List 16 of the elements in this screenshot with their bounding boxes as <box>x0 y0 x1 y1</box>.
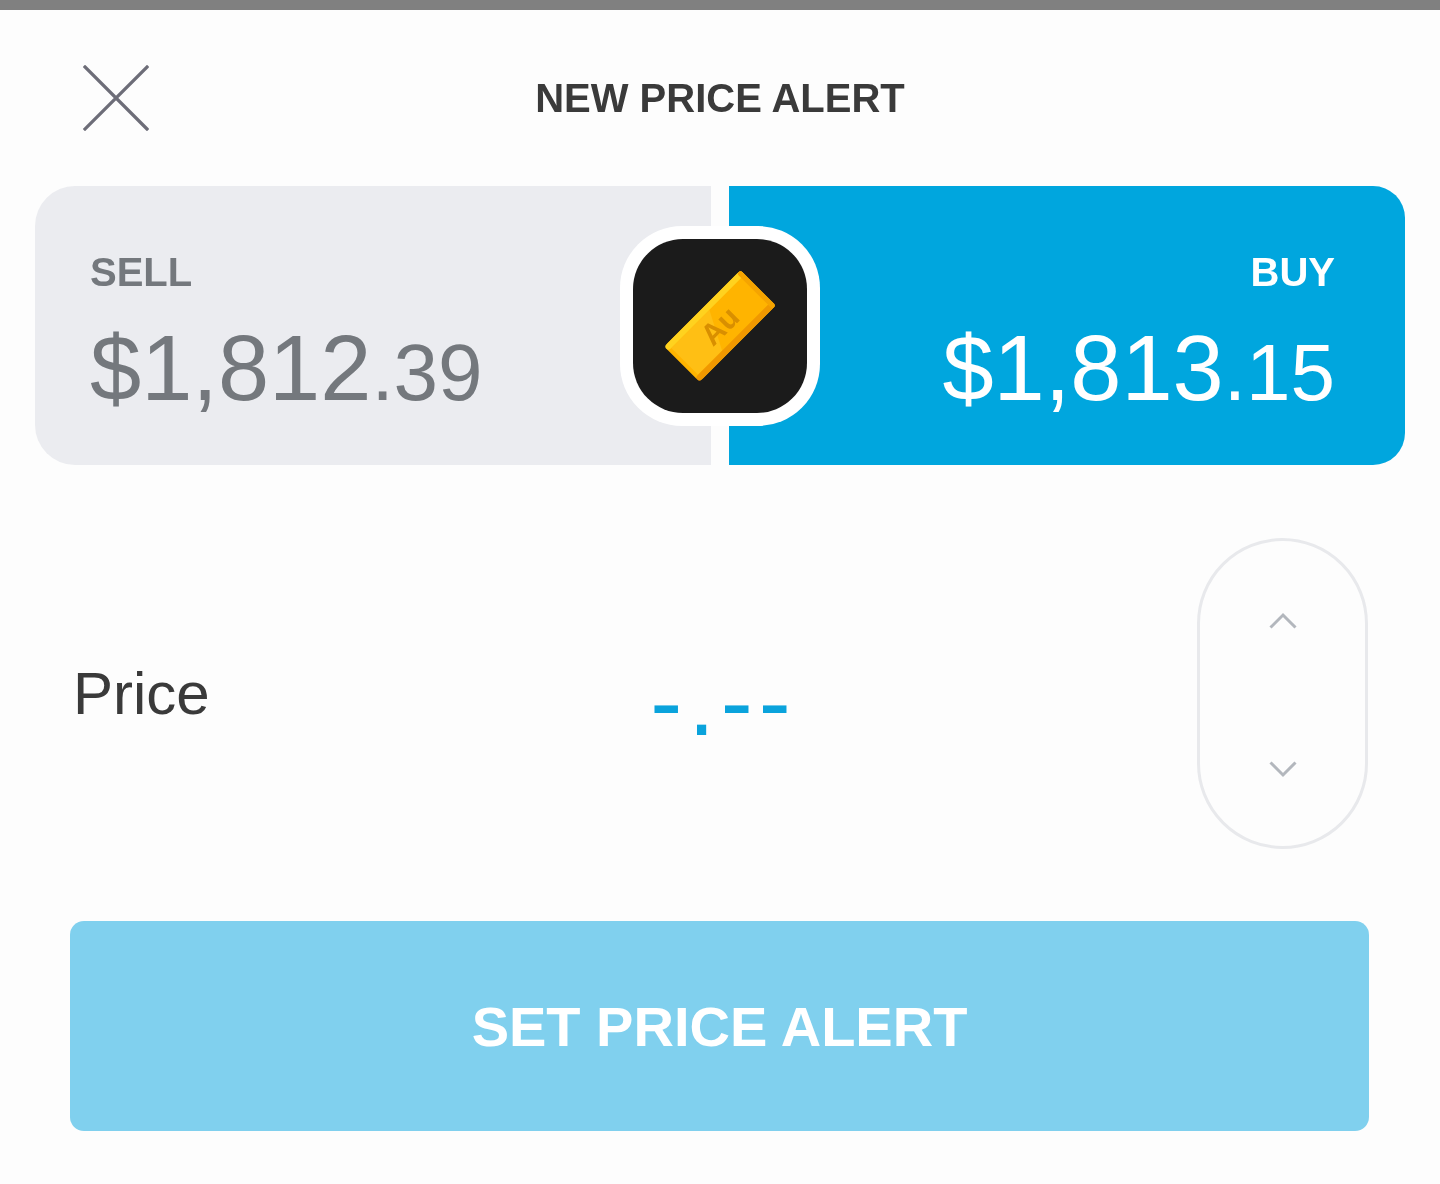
price-label: Price <box>73 663 210 724</box>
side-label: SELL <box>90 252 193 292</box>
chevron-down-icon <box>1268 761 1297 778</box>
price-input[interactable]: -.-- <box>635 638 806 749</box>
chevron-up-icon <box>1268 612 1297 629</box>
decrement-button[interactable] <box>1268 761 1297 778</box>
close-icon <box>83 65 149 131</box>
side-label: BUY <box>1250 252 1335 292</box>
price-value: $1,812.39 <box>90 322 483 414</box>
quote-option[interactable]: BUY $1,813.15 <box>729 186 1405 465</box>
screen-title: NEW PRICE ALERT <box>535 78 905 118</box>
close-button[interactable] <box>83 65 149 131</box>
price-value: $1,813.15 <box>942 322 1335 414</box>
quote-option[interactable]: SELL $1,812.39 <box>35 186 711 465</box>
increment-button[interactable] <box>1268 612 1297 629</box>
ingot-icon <box>620 225 820 426</box>
